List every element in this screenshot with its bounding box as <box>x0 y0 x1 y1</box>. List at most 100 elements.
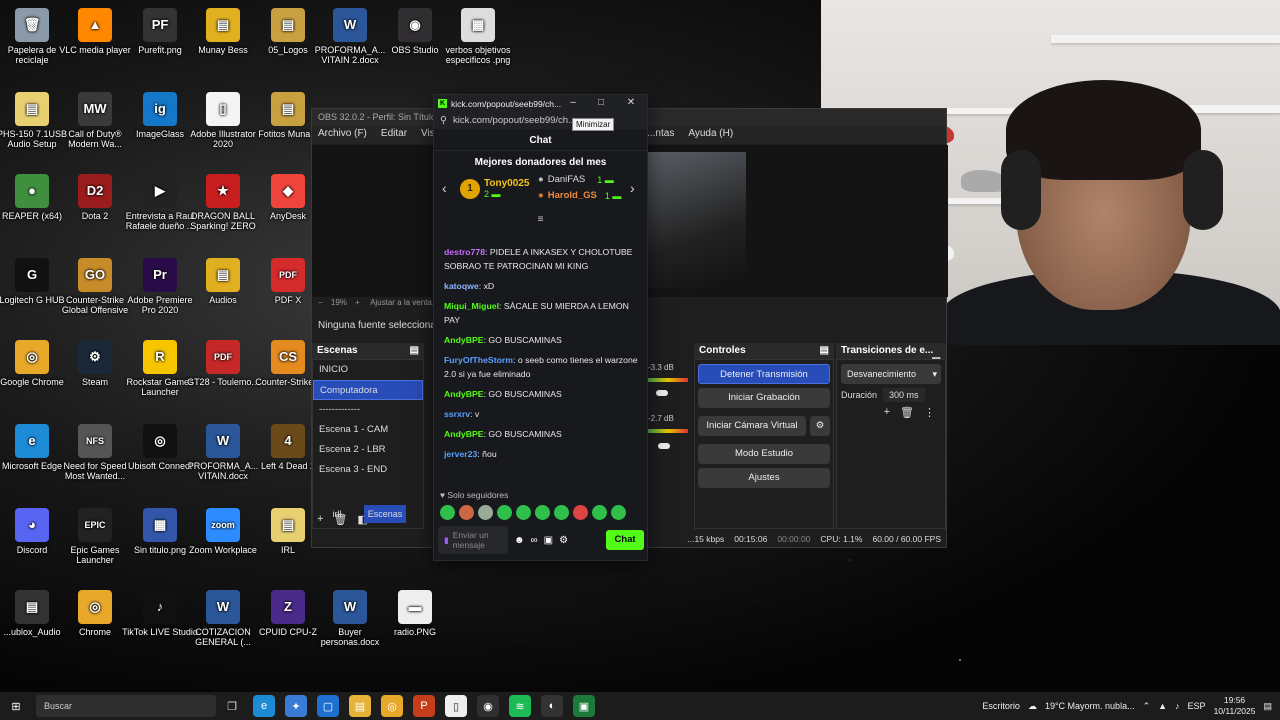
followers-only: ♥ Solo seguidores <box>440 490 509 500</box>
scene-item[interactable]: ------------- <box>313 400 423 420</box>
stop-stream-button[interactable]: Detener Transmisión <box>698 364 830 384</box>
scene-item[interactable]: Computadora <box>313 380 423 400</box>
infinity-icon[interactable]: ∞ <box>531 535 538 546</box>
chevron-left-icon[interactable]: ‹ <box>442 180 447 196</box>
zoom-minus-icon[interactable]: − <box>318 298 323 307</box>
chat-username[interactable]: destro778 <box>444 247 485 257</box>
volume-slider[interactable] <box>658 443 670 449</box>
scene-item[interactable]: Escena 3 - END <box>313 460 423 480</box>
spotify-icon[interactable]: ≋ <box>509 695 531 717</box>
menu-ayuda[interactable]: Ayuda (H) <box>688 128 733 142</box>
chat-username[interactable]: FuryOfTheStorm <box>444 355 513 365</box>
zoom-plus-icon[interactable]: + <box>355 298 360 307</box>
dock-menu-icon[interactable]: ▤ <box>820 345 829 356</box>
close-button[interactable]: ✕ <box>620 96 642 111</box>
scene-item[interactable]: Escena 1 - CAM <box>313 420 423 440</box>
chat-input[interactable]: ▮ Enviar un mensaje <box>438 526 508 554</box>
app-icon: PF <box>143 8 177 42</box>
more-icon[interactable]: ⋮ <box>924 406 935 419</box>
zoom-fit-label[interactable]: Ajustar a la venta... <box>370 298 438 307</box>
kick-address-bar[interactable]: ⚲ kick.com/popout/seeb99/ch... <box>434 112 647 129</box>
app-icon: ★ <box>206 174 240 208</box>
notifications-icon[interactable]: ▤ <box>1263 701 1272 712</box>
menu-herramientas[interactable]: ...ntas <box>647 128 674 142</box>
transition-select[interactable]: Desvanecimiento ▾ <box>841 364 941 384</box>
desktop-label[interactable]: Escritorio <box>982 701 1020 711</box>
chat-username[interactable]: ssrxrv <box>444 409 470 419</box>
chat-composer: ▮ Enviar un mensaje ☻ ∞ ▣ ⚙ Chat <box>438 525 644 555</box>
emote[interactable] <box>478 505 493 520</box>
settings-button[interactable]: Ajustes <box>698 468 830 488</box>
cpu-usage: CPU: 1.1% <box>820 534 863 544</box>
duration-input[interactable]: 300 ms <box>883 388 925 402</box>
copilot-icon[interactable]: ✦ <box>285 695 307 717</box>
start-recording-button[interactable]: Iniciar Grabación <box>698 388 830 408</box>
emote[interactable] <box>516 505 531 520</box>
obs-taskbar-icon[interactable]: ◉ <box>477 695 499 717</box>
bitrate: ...15 kbps <box>687 534 725 544</box>
chevron-right-icon[interactable]: › <box>630 180 635 196</box>
chat-username[interactable]: AndyBPE <box>444 389 484 399</box>
volume-icon[interactable]: ♪ <box>1175 701 1180 711</box>
kick-chat-window: K kick.com/popout/seeb99/ch... – □ ✕ ⚲ k… <box>433 94 648 561</box>
app-icon: ◎ <box>78 590 112 624</box>
desktop-icon[interactable]: ▦ verbos objetivos especificos .png <box>439 8 517 65</box>
volume-slider[interactable] <box>656 390 668 396</box>
app-icon: ▤ <box>271 8 305 42</box>
emote[interactable] <box>440 505 455 520</box>
minimize-button[interactable]: – <box>562 96 584 111</box>
chat-text: : v <box>470 409 480 419</box>
emote[interactable] <box>497 505 512 520</box>
network-icon[interactable]: ▲ <box>1158 701 1167 711</box>
tray-chevron-icon[interactable]: ⌃ <box>1143 701 1151 712</box>
emoji-icon[interactable]: ☻ <box>514 535 525 546</box>
scene-item[interactable]: Escena 2 - LBR <box>313 440 423 460</box>
tab-irll[interactable]: irll <box>316 505 358 523</box>
microphone-icon[interactable]: ▮ <box>444 535 449 546</box>
delete-transition-icon[interactable]: 🗑 <box>900 406 914 419</box>
chat-username[interactable]: jerver23 <box>444 449 477 459</box>
tab-escenas[interactable]: Escenas <box>364 505 406 523</box>
taskbar-search[interactable]: Buscar <box>36 695 216 717</box>
desktop-icon[interactable]: ▬ radio.PNG <box>376 590 454 637</box>
task-view-icon[interactable]: ❐ <box>221 695 243 717</box>
app-icon[interactable]: ◐ <box>541 695 563 717</box>
emote[interactable] <box>611 505 626 520</box>
file-explorer-icon[interactable]: ▤ <box>349 695 371 717</box>
emote[interactable] <box>535 505 550 520</box>
site-settings-icon[interactable]: ⚲ <box>440 115 447 126</box>
emote[interactable] <box>554 505 569 520</box>
add-transition-icon[interactable]: + <box>884 406 890 419</box>
gift-icon[interactable]: ▣ <box>544 535 553 546</box>
store-icon[interactable]: ▢ <box>317 695 339 717</box>
menu-editar[interactable]: Editar <box>381 128 407 142</box>
notepad-icon[interactable]: ▯ <box>445 695 467 717</box>
maximize-button[interactable]: □ <box>590 96 612 111</box>
kick-taskbar-icon[interactable]: ▣ <box>573 695 595 717</box>
dock-menu-icon[interactable]: ▤ <box>410 345 419 356</box>
menu-archivo[interactable]: Archivo (F) <box>318 128 367 142</box>
scene-item[interactable]: INICIO <box>313 360 423 380</box>
app-icon: ♪ <box>143 590 177 624</box>
emote[interactable] <box>459 505 474 520</box>
powerpoint-icon[interactable]: P <box>413 695 435 717</box>
edge-icon[interactable]: e <box>253 695 275 717</box>
chat-username[interactable]: AndyBPE <box>444 429 484 439</box>
chat-username[interactable]: AndyBPE <box>444 335 484 345</box>
chat-username[interactable]: Miqui_Miguel <box>444 301 499 311</box>
emote[interactable] <box>573 505 588 520</box>
clock[interactable]: 19:56 10/11/2025 <box>1214 695 1256 717</box>
settings-gear-icon[interactable]: ⚙ <box>559 535 568 546</box>
start-virtual-camera-button[interactable]: Iniciar Cámara Virtual <box>698 416 806 436</box>
chrome-icon[interactable]: ◎ <box>381 695 403 717</box>
windows-start-icon[interactable]: ⊞ <box>5 695 27 717</box>
app-icon: zoom <box>206 508 240 542</box>
send-chat-button[interactable]: Chat <box>606 530 644 550</box>
chat-username[interactable]: katoqwe <box>444 281 479 291</box>
virtual-camera-settings-icon[interactable]: ⚙ <box>810 416 830 436</box>
emote[interactable] <box>592 505 607 520</box>
studio-mode-button[interactable]: Modo Estudio <box>698 444 830 464</box>
expand-icon[interactable]: ≡ <box>434 214 647 225</box>
language[interactable]: ESP <box>1188 701 1206 711</box>
weather[interactable]: 19°C Mayorm. nubla... <box>1045 701 1135 711</box>
